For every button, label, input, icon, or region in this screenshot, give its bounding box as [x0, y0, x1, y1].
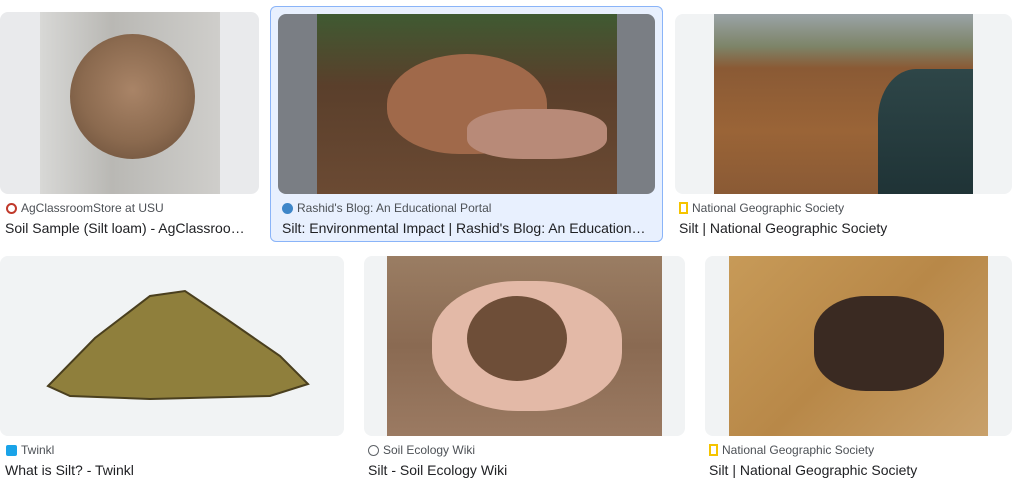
result-thumbnail[interactable] [364, 256, 685, 436]
image-result-6[interactable]: National Geographic Society Silt | Natio… [705, 256, 1012, 482]
image-result-1[interactable]: AgClassroomStore at USU Soil Sample (Sil… [0, 12, 260, 244]
result-source[interactable]: National Geographic Society [722, 443, 874, 457]
result-title[interactable]: Silt - Soil Ecology Wiki [368, 462, 678, 478]
hands-holding-soil-image [387, 256, 662, 436]
image-result-2[interactable]: Rashid's Blog: An Educational Portal Sil… [278, 14, 658, 244]
globe-icon [368, 444, 379, 456]
result-title[interactable]: Soil Sample (Silt loam) - AgClassroo… [5, 220, 255, 236]
image-result-3[interactable]: National Geographic Society Silt | Natio… [675, 14, 1012, 244]
result-title[interactable]: Silt | National Geographic Society [679, 220, 1009, 236]
result-thumbnail[interactable] [0, 12, 259, 194]
natgeo-icon [679, 202, 688, 214]
result-title[interactable]: Silt: Environmental Impact | Rashid's Bl… [282, 220, 654, 236]
result-source[interactable]: Soil Ecology Wiki [383, 443, 475, 457]
result-title[interactable]: Silt | National Geographic Society [709, 462, 1009, 478]
twinkl-icon [6, 444, 17, 456]
image-result-5[interactable]: Soil Ecology Wiki Silt - Soil Ecology Wi… [364, 256, 686, 482]
wordpress-icon [282, 202, 293, 214]
result-thumbnail[interactable] [0, 256, 344, 436]
natgeo-icon [709, 444, 718, 456]
result-thumbnail[interactable] [278, 14, 655, 194]
result-title[interactable]: What is Silt? - Twinkl [5, 462, 335, 478]
result-source[interactable]: Twinkl [21, 443, 54, 457]
result-thumbnail[interactable] [675, 14, 1012, 194]
result-source[interactable]: AgClassroomStore at USU [21, 201, 164, 215]
agclassroom-icon [6, 202, 17, 214]
silt-pile-illustration [0, 256, 344, 436]
result-source[interactable]: National Geographic Society [692, 201, 844, 215]
image-result-4[interactable]: Twinkl What is Silt? - Twinkl [0, 256, 345, 482]
soil-pile-image [40, 12, 220, 194]
result-source[interactable]: Rashid's Blog: An Educational Portal [297, 201, 491, 215]
river-delta-aerial-image [714, 14, 973, 194]
result-thumbnail[interactable] [705, 256, 1012, 436]
hand-holding-soil-image [317, 14, 617, 194]
children-in-muddy-water-image [729, 256, 988, 436]
